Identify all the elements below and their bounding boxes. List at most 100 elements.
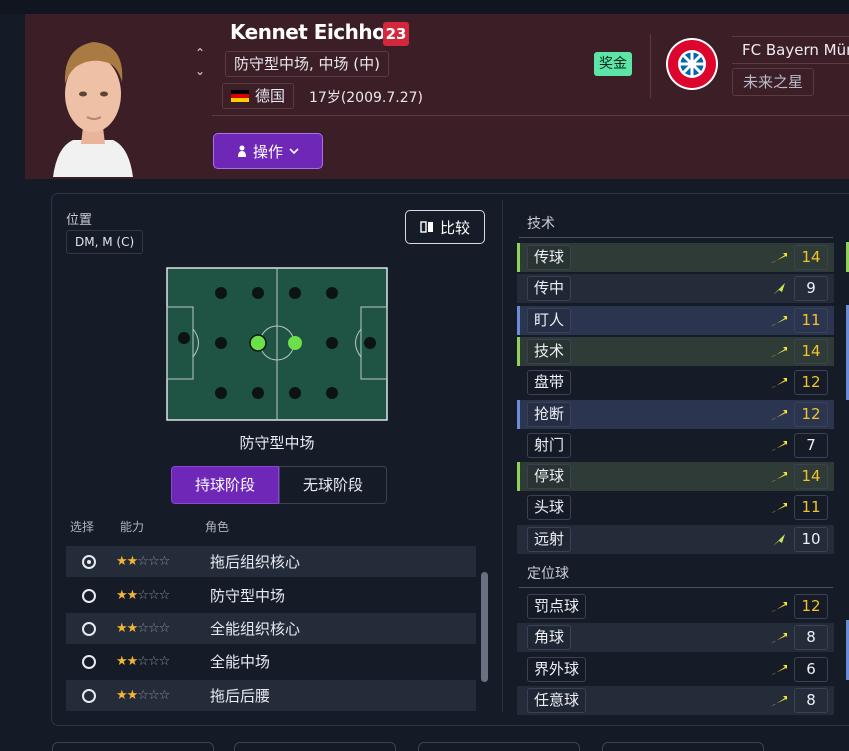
- nationality-box[interactable]: 德国: [222, 83, 295, 109]
- player-positions: 防守型中场, 中场 (中): [225, 51, 390, 77]
- trend-strong-up-icon: [773, 533, 785, 546]
- attribute-value: 7: [794, 433, 828, 458]
- star-icon: ★: [126, 621, 139, 636]
- trend-up-icon: [771, 695, 787, 706]
- attribute-value: 6: [794, 657, 828, 682]
- attribute-name: 任意球: [527, 688, 587, 713]
- role-name: 全能组织核心: [210, 620, 301, 638]
- role-row[interactable]: ★★☆☆☆ 拖后后腰: [66, 680, 476, 711]
- star-icon: ★: [116, 554, 128, 569]
- role-row[interactable]: ★★☆☆☆ 全能组织核心: [66, 613, 476, 644]
- attribute-row[interactable]: 任意球 8: [517, 686, 834, 715]
- tab-out-of-possession[interactable]: 无球阶段: [279, 466, 387, 504]
- trend-up-icon: [771, 471, 787, 482]
- germany-flag-icon: [231, 90, 249, 102]
- attribute-row[interactable]: 抢断 12: [517, 400, 834, 429]
- star-icon: ☆: [147, 654, 160, 669]
- attribute-value: 10: [794, 527, 828, 552]
- star-icon: ☆: [147, 554, 160, 569]
- role-name: 全能中场: [210, 653, 271, 671]
- attribute-row[interactable]: 射门 7: [517, 431, 834, 460]
- player-name: Kennet Eichhorn: [230, 20, 409, 44]
- role-radio[interactable]: [82, 654, 96, 669]
- role-row[interactable]: ★★☆☆☆ 全能中场: [66, 646, 476, 677]
- breadcrumb-strip: [0, 0, 849, 14]
- attribute-value: 14: [794, 339, 828, 364]
- role-position-name: 防守型中场: [239, 434, 315, 452]
- club-name[interactable]: FC Bayern Münc: [732, 36, 849, 64]
- role-row[interactable]: ★★☆☆☆ 防守型中场: [66, 580, 476, 611]
- star-icon: ☆: [158, 654, 171, 669]
- star-icon: ★: [126, 554, 139, 569]
- compare-button[interactable]: 比较: [405, 210, 485, 244]
- attribute-name: 头球: [527, 495, 572, 520]
- role-ability-stars: ★★☆☆☆: [116, 554, 194, 569]
- player-nav-arrows[interactable]: ⌃ ⌄: [193, 44, 207, 80]
- star-icon: ☆: [147, 621, 160, 636]
- role-name: 拖后后腰: [210, 687, 271, 705]
- role-radio[interactable]: [82, 554, 96, 569]
- attribute-row[interactable]: 技术 14: [517, 337, 834, 366]
- role-ability-stars: ★★☆☆☆: [116, 588, 194, 603]
- attribute-name: 盘带: [527, 370, 572, 395]
- star-icon: ★: [126, 688, 139, 703]
- position-code: DM, M (C): [66, 230, 144, 254]
- role-radio[interactable]: [82, 688, 96, 703]
- trend-up-icon: [771, 377, 787, 388]
- bonus-badge[interactable]: 奖金: [594, 52, 632, 76]
- action-label: 操作: [252, 142, 283, 161]
- attribute-row[interactable]: 盯人 11: [517, 306, 834, 335]
- attribute-name: 远射: [527, 527, 572, 552]
- action-button[interactable]: 操作: [213, 133, 323, 169]
- tab-in-possession[interactable]: 持球阶段: [171, 466, 279, 504]
- chevron-down-icon[interactable]: ⌄: [193, 62, 207, 80]
- column-header-select: 选择: [70, 520, 95, 534]
- star-icon: ★: [116, 654, 128, 669]
- attribute-value: 11: [794, 308, 828, 333]
- attribute-value: 11: [794, 495, 828, 520]
- role-list-scrollbar[interactable]: [481, 572, 488, 682]
- technical-header: 技术: [527, 216, 555, 232]
- header-divider: [212, 115, 849, 116]
- chevron-up-icon[interactable]: ⌃: [193, 44, 207, 62]
- club-logo[interactable]: [665, 37, 719, 91]
- attribute-value: 14: [794, 245, 828, 270]
- trend-up-icon: [771, 632, 787, 643]
- age-birthdate: 17岁(2009.7.27): [309, 90, 423, 106]
- compare-icon: [420, 221, 433, 233]
- attribute-row[interactable]: 角球 8: [517, 623, 834, 652]
- trend-up-icon: [771, 440, 787, 451]
- star-icon: ☆: [137, 588, 149, 603]
- setpiece-header: 定位球: [527, 566, 569, 582]
- attribute-row[interactable]: 界外球 6: [517, 655, 834, 684]
- attribute-name: 抢断: [527, 402, 572, 427]
- attribute-row[interactable]: 传球 14: [517, 243, 834, 272]
- attribute-row[interactable]: 传中 9: [517, 274, 834, 303]
- attribute-value: 12: [794, 370, 828, 395]
- attribute-row[interactable]: 罚点球 12: [517, 592, 834, 621]
- star-icon: ☆: [147, 688, 160, 703]
- attribute-row[interactable]: 远射 10: [517, 525, 834, 554]
- attribute-name: 射门: [527, 433, 572, 458]
- attribute-value: 8: [794, 625, 828, 650]
- attribute-row[interactable]: 停球 14: [517, 462, 834, 491]
- star-icon: ☆: [137, 688, 149, 703]
- column-header-ability: 能力: [120, 520, 145, 534]
- technical-header-line: [519, 237, 833, 238]
- star-icon: ☆: [158, 621, 171, 636]
- trend-up-icon: [771, 252, 787, 263]
- attribute-row[interactable]: 头球 11: [517, 493, 834, 522]
- trend-up-icon: [771, 601, 787, 612]
- player-photo: [43, 22, 143, 177]
- role-row[interactable]: ★★☆☆☆ 拖后组织核心: [66, 546, 476, 577]
- nationality-text: 德国: [255, 87, 286, 105]
- star-icon: ☆: [137, 654, 149, 669]
- star-icon: ★: [116, 688, 128, 703]
- attribute-name: 技术: [527, 339, 572, 364]
- role-radio[interactable]: [82, 588, 96, 603]
- role-radio[interactable]: [82, 621, 96, 636]
- attribute-name: 盯人: [527, 308, 572, 333]
- attribute-row[interactable]: 盘带 12: [517, 368, 834, 397]
- club-status: 未来之星: [732, 68, 815, 96]
- star-icon: ☆: [147, 588, 160, 603]
